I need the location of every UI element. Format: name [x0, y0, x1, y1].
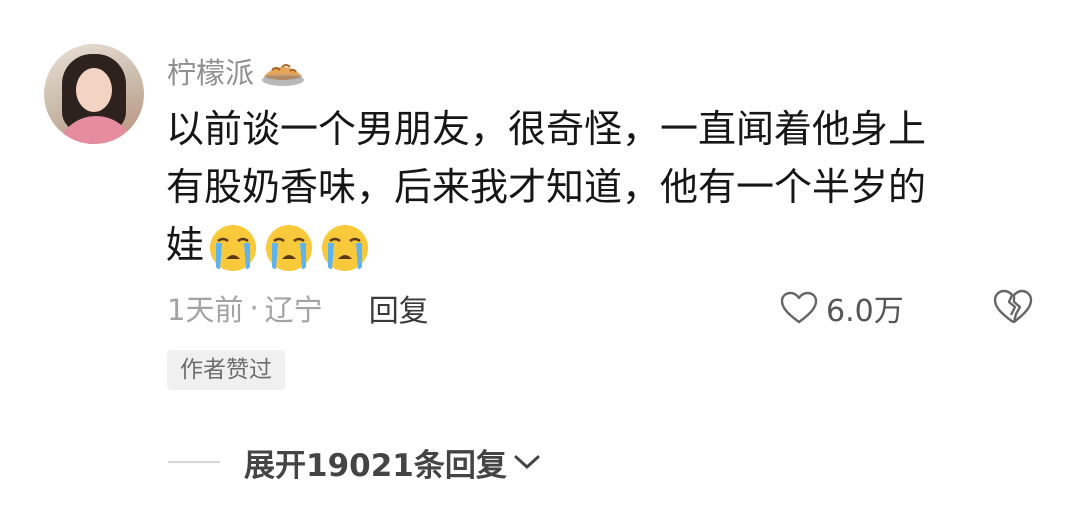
comment-text-fragment: 娃: [166, 223, 205, 267]
comment-text-line: 有股奶香味，后来我才知道，他有一个半岁的: [166, 165, 927, 209]
username[interactable]: 柠檬派: [167, 50, 254, 92]
crying-face-icon: [210, 224, 257, 271]
emoji-row: [208, 223, 370, 273]
avatar-face: [76, 68, 112, 112]
like-button[interactable]: 6.0万: [780, 284, 904, 332]
author-liked-badge: 作者赞过: [167, 350, 285, 390]
crying-face-icon: [266, 224, 313, 271]
pie-icon: [262, 64, 305, 86]
location: 辽宁: [264, 293, 323, 327]
avatar[interactable]: [44, 44, 144, 144]
heart-icon: [780, 291, 818, 324]
comment-text: 以前谈一个男朋友，很奇怪，一直闻着他身上 有股奶香味，后来我才知道，他有一个半岁…: [166, 100, 1016, 274]
comment-text-line-last: 娃: [166, 216, 1016, 274]
divider: [168, 461, 220, 463]
like-count: 6.0万: [826, 294, 904, 329]
comment-meta: 1天前 · 辽宁 回复: [167, 284, 429, 332]
broken-heart-icon[interactable]: [993, 289, 1033, 325]
reply-button[interactable]: 回复: [369, 286, 429, 330]
timestamp: 1天前: [167, 293, 244, 327]
expand-replies-label: 展开19021条回复: [244, 447, 507, 484]
username-row: 柠檬派: [167, 48, 306, 94]
expand-replies-button[interactable]: 展开19021条回复: [244, 440, 541, 485]
comment-text-line: 以前谈一个男朋友，很奇怪，一直闻着他身上: [166, 107, 927, 151]
expand-replies-row: 展开19021条回复: [168, 436, 541, 488]
crying-face-icon: [322, 224, 369, 271]
chevron-down-icon: [514, 455, 540, 469]
meta-separator: ·: [249, 291, 259, 325]
